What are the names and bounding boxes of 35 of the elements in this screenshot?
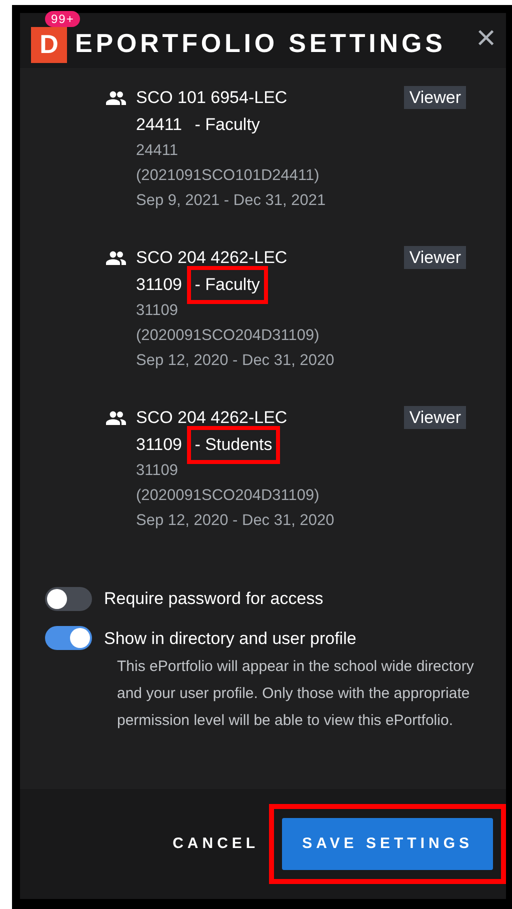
course-full-code: (2021091SCO101D24411)	[136, 166, 320, 186]
course-full-code: (2020091SCO204D31109)	[136, 326, 320, 346]
course-dates: Sep 9, 2021 - Dec 31, 2021	[136, 191, 327, 211]
section-number: 31109	[136, 435, 182, 454]
course-code: 31109	[136, 301, 179, 321]
access-level: Viewer	[404, 246, 466, 269]
course-code: 31109	[136, 461, 179, 481]
save-settings-button[interactable]: SAVE SETTINGS	[282, 818, 493, 870]
section-number: 31109	[136, 275, 182, 294]
course-code: 24411	[136, 141, 179, 161]
dialog-title: EPORTFOLIO SETTINGS	[75, 27, 446, 60]
role-label: - Faculty	[194, 114, 261, 136]
role-label: - Faculty	[186, 266, 268, 304]
toggle-switch[interactable]	[45, 586, 92, 611]
people-icon	[106, 251, 126, 265]
setting-description: This ePortfolio will appear in the school wide directory and your user profile. Only those with the appropriate permission level will be able to view this ePortfolio.	[117, 657, 475, 731]
toggle-switch[interactable]	[45, 626, 92, 650]
section-number: 24411	[136, 115, 182, 134]
notification-count: 99+	[45, 11, 80, 27]
course-name: SCO 101 6954-LEC	[136, 87, 288, 109]
close-button[interactable]: ×	[476, 20, 496, 54]
course-full-code: (2020091SCO204D31109)	[136, 486, 320, 506]
access-level: Viewer	[404, 406, 466, 429]
setting-label: Show in directory and user profile	[104, 628, 356, 650]
role-label: - Students	[186, 426, 280, 464]
setting-label: Require password for access	[104, 588, 324, 610]
course-name: SCO 204 4262-LEC	[136, 247, 288, 269]
people-icon	[106, 411, 126, 425]
app-logo: D	[31, 26, 67, 62]
access-level: Viewer	[404, 86, 466, 109]
course-dates: Sep 12, 2020 - Dec 31, 2020	[136, 511, 336, 531]
course-dates: Sep 12, 2020 - Dec 31, 2020	[136, 351, 336, 371]
cancel-button[interactable]: CANCEL	[166, 824, 266, 864]
people-icon	[106, 91, 126, 105]
course-name: SCO 204 4262-LEC	[136, 407, 288, 429]
